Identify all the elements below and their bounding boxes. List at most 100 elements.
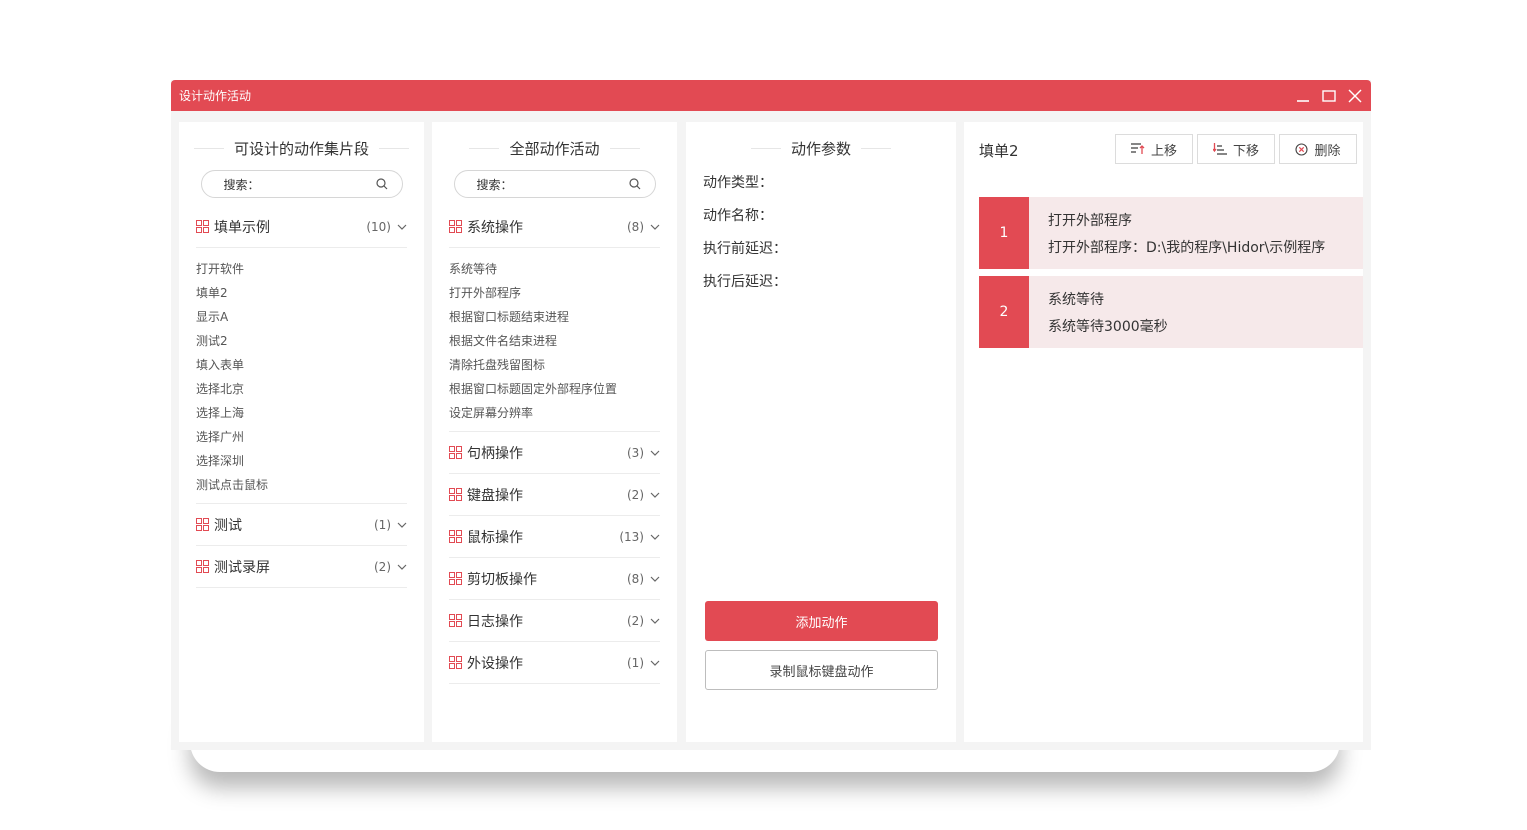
group-header[interactable]: 键盘操作 (2): [449, 474, 660, 516]
group-header[interactable]: 鼠标操作 (13): [449, 516, 660, 558]
move-up-label: 上移: [1150, 143, 1177, 159]
step-number: 1: [979, 197, 1029, 269]
group-header[interactable]: 测试 (1): [196, 504, 407, 546]
search-icon[interactable]: [628, 178, 641, 190]
maximize-icon[interactable]: [1321, 88, 1337, 104]
group-header[interactable]: 日志操作 (2): [449, 600, 660, 642]
chevron-down-icon[interactable]: [650, 448, 660, 458]
chevron-down-icon[interactable]: [397, 222, 407, 232]
list-item[interactable]: 系统等待: [449, 257, 660, 281]
group-header[interactable]: 剪切板操作 (8): [449, 558, 660, 600]
list-item[interactable]: 显示A: [196, 305, 407, 329]
group-header[interactable]: 句柄操作 (3): [449, 432, 660, 474]
group-name: 测试: [214, 517, 242, 534]
chevron-down-icon[interactable]: [650, 658, 660, 668]
list-item[interactable]: 选择广州: [196, 425, 407, 449]
list-item[interactable]: 打开软件: [196, 257, 407, 281]
chevron-down-icon[interactable]: [650, 574, 660, 584]
panel-header: 可设计的动作集片段: [179, 138, 424, 158]
design-action-window: 设计动作活动 可设计的动作集片段 搜索： 填单示例 (10) 打开软件 填单2 …: [171, 80, 1371, 750]
group-count: (2): [627, 613, 644, 628]
search-label: 搜索：: [223, 177, 260, 192]
group-header[interactable]: 系统操作 (8): [449, 206, 660, 248]
record-mouse-keyboard-button[interactable]: 录制鼠标键盘动作: [705, 650, 938, 690]
group-name: 剪切板操作: [467, 571, 537, 588]
list-item[interactable]: 根据窗口标题固定外部程序位置: [449, 377, 660, 401]
group-name: 句柄操作: [467, 445, 523, 462]
grid-icon: [449, 572, 462, 585]
panel-title: 全部动作活动: [509, 139, 600, 158]
group-item-list: 系统等待 打开外部程序 根据窗口标题结束进程 根据文件名结束进程 清除托盘残留图…: [449, 248, 660, 432]
fragment-search-input[interactable]: 搜索：: [200, 170, 403, 198]
move-down-button[interactable]: 下移: [1197, 134, 1275, 164]
group-name: 系统操作: [467, 219, 523, 236]
sort-up-icon: [1130, 143, 1145, 154]
panel-header: 全部动作活动: [432, 138, 677, 158]
group-header[interactable]: 外设操作 (1): [449, 642, 660, 684]
sequence-title: 填单2: [979, 142, 1019, 160]
group-name: 日志操作: [467, 613, 523, 630]
list-item[interactable]: 测试2: [196, 329, 407, 353]
list-item[interactable]: 根据窗口标题结束进程: [449, 305, 660, 329]
list-item[interactable]: 根据文件名结束进程: [449, 329, 660, 353]
sort-down-icon: [1212, 143, 1227, 155]
group-count: (3): [627, 445, 644, 460]
step-body: 系统等待 系统等待3000毫秒: [1029, 276, 1168, 348]
group-count: (2): [627, 487, 644, 502]
list-item[interactable]: 测试点击鼠标: [196, 473, 407, 497]
list-item[interactable]: 填单2: [196, 281, 407, 305]
param-post-delay: 执行后延迟：: [703, 274, 787, 290]
close-icon[interactable]: [1347, 88, 1363, 104]
group-system: 系统操作 (8) 系统等待 打开外部程序 根据窗口标题结束进程 根据文件名结束进…: [449, 206, 660, 432]
group-header[interactable]: 填单示例 (10): [196, 206, 407, 248]
step-name: 系统等待: [1048, 292, 1104, 308]
designable-fragments-panel: 可设计的动作集片段 搜索： 填单示例 (10) 打开软件 填单2 显示A 测试2…: [179, 122, 424, 742]
grid-icon: [449, 614, 462, 627]
divider: [379, 147, 409, 149]
chevron-down-icon[interactable]: [650, 616, 660, 626]
group-keyboard: 键盘操作 (2): [449, 474, 660, 516]
action-search-input[interactable]: 搜索：: [453, 170, 656, 198]
move-down-label: 下移: [1232, 143, 1259, 159]
chevron-down-icon[interactable]: [397, 562, 407, 572]
list-item[interactable]: 选择上海: [196, 401, 407, 425]
param-list: 动作类型： 动作名称： 执行前延迟： 执行后延迟：: [686, 158, 956, 308]
delete-button[interactable]: 删除: [1279, 134, 1357, 164]
group-mouse: 鼠标操作 (13): [449, 516, 660, 558]
search-label: 搜索：: [476, 177, 513, 192]
chevron-down-icon[interactable]: [650, 490, 660, 500]
group-test: 测试 (1): [196, 504, 407, 546]
group-count: (1): [374, 517, 391, 532]
step-detail: 打开外部程序：D:\我的程序\Hidor\示例程序: [1048, 240, 1326, 256]
param-action-type: 动作类型：: [703, 175, 773, 191]
window-controls: [1295, 88, 1371, 104]
group-count: (1): [627, 655, 644, 670]
add-action-button[interactable]: 添加动作: [705, 601, 938, 641]
divider: [469, 147, 500, 149]
chevron-down-icon[interactable]: [650, 222, 660, 232]
list-item[interactable]: 选择深圳: [196, 449, 407, 473]
sequence-step[interactable]: 1 打开外部程序 打开外部程序：D:\我的程序\Hidor\示例程序: [979, 197, 1363, 269]
divider: [750, 147, 781, 149]
chevron-down-icon[interactable]: [397, 520, 407, 530]
step-body: 打开外部程序 打开外部程序：D:\我的程序\Hidor\示例程序: [1029, 197, 1325, 269]
param-action-name: 动作名称：: [703, 208, 773, 224]
panel-title: 可设计的动作集片段: [233, 139, 369, 158]
minimize-icon[interactable]: [1295, 88, 1311, 104]
delete-label: 删除: [1314, 143, 1341, 159]
delete-circle-icon: [1295, 142, 1309, 156]
chevron-down-icon[interactable]: [650, 532, 660, 542]
grid-icon: [449, 446, 462, 459]
grid-icon: [449, 656, 462, 669]
list-item[interactable]: 清除托盘残留图标: [449, 353, 660, 377]
list-item[interactable]: 打开外部程序: [449, 281, 660, 305]
action-sequence-panel: 填单2 上移 下移 删除 1 打开外部程序 打开外部程序：D:\我的程序\Hid…: [964, 122, 1363, 742]
search-icon[interactable]: [375, 178, 388, 190]
list-item[interactable]: 选择北京: [196, 377, 407, 401]
sequence-step[interactable]: 2 系统等待 系统等待3000毫秒: [979, 276, 1363, 348]
group-header[interactable]: 测试录屏 (2): [196, 546, 407, 588]
list-item[interactable]: 设定屏幕分辨率: [449, 401, 660, 425]
move-up-button[interactable]: 上移: [1115, 134, 1193, 164]
group-log: 日志操作 (2): [449, 600, 660, 642]
list-item[interactable]: 填入表单: [196, 353, 407, 377]
